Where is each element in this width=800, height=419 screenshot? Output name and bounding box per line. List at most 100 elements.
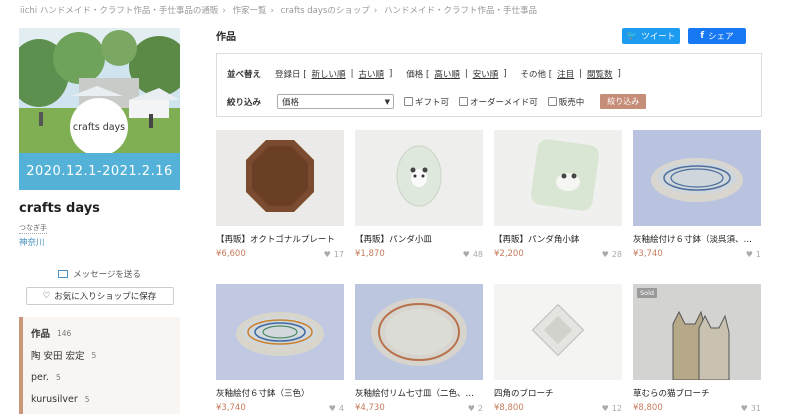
separator: | (579, 69, 582, 79)
gift-label: ギフト可 (415, 97, 450, 108)
product-title[interactable]: 灰釉絵付６寸鉢（三色） (216, 387, 344, 399)
narrow-row: 絞り込み 価格 ▼ ギフト可 オーダーメイド可 販売中 絞り込み (227, 94, 647, 109)
like-count[interactable]: ♥ 12 (602, 404, 622, 413)
bracket-close: ] (388, 69, 393, 79)
like-number: 12 (611, 403, 622, 413)
product-price: ¥2,200 (494, 249, 524, 259)
checkbox-box[interactable] (547, 97, 557, 106)
on-sale-checkbox[interactable]: 販売中 (547, 96, 585, 108)
apply-filter-button[interactable]: 絞り込み (600, 94, 647, 109)
like-count[interactable]: ♥ 28 (602, 250, 622, 259)
sort-newest-link[interactable]: 新しい順 (312, 68, 346, 80)
like-number: 1 (755, 249, 761, 259)
heart-icon: ♡ (42, 291, 51, 301)
like-count[interactable]: ♥ 48 (463, 250, 483, 259)
narrow-label: 絞り込み (227, 97, 262, 108)
sort-featured-link[interactable]: 注目 (557, 68, 574, 80)
bracket-close: ] (617, 69, 621, 79)
sold-badge: Sold (637, 288, 658, 298)
heart-icon: ♥ (323, 249, 331, 259)
product-card[interactable]: 【再販】パンダ小皿 ¥1,870 ♥ 48 (355, 130, 483, 259)
like-count[interactable]: ♥ 4 (329, 404, 344, 413)
sort-price-high-link[interactable]: 高い順 (434, 68, 460, 80)
like-count[interactable]: ♥ 17 (324, 250, 344, 259)
product-thumbnail[interactable] (633, 130, 761, 226)
like-number: 31 (750, 403, 761, 413)
shop-role-tag: つなぎ手 (19, 224, 47, 234)
product-price: ¥8,800 (633, 403, 663, 413)
envelope-icon (58, 270, 69, 278)
product-thumbnail[interactable] (216, 130, 344, 226)
category-item[interactable]: kurusilver 5 (31, 388, 180, 410)
breadcrumb-home[interactable]: iichi ハンドメイド・クラフト作品・手仕事品の通販 (20, 6, 218, 16)
heart-icon: ♥ (601, 403, 609, 413)
product-title[interactable]: 草むらの猫ブローチ (633, 387, 761, 399)
product-price: ¥8,800 (494, 403, 524, 413)
category-label: per. (31, 371, 49, 383)
shop-name[interactable]: crafts days (19, 201, 180, 216)
heart-icon: ♥ (467, 403, 475, 413)
product-title[interactable]: 灰釉絵付リム七寸皿（二色、… (355, 387, 483, 399)
product-card[interactable]: 灰釉絵付６寸鉢（三色） ¥3,740 ♥ 4 (216, 284, 344, 413)
twitter-bird-icon: 🐦 (626, 31, 638, 41)
send-message-link[interactable]: メッセージを送る (19, 268, 180, 280)
breadcrumb-artists[interactable]: 作家一覧 (232, 6, 266, 16)
breadcrumb: iichi ハンドメイド・クラフト作品・手仕事品の通販 › 作家一覧 › craft… (20, 6, 537, 16)
sort-price-low-link[interactable]: 安い順 (473, 68, 499, 80)
sort-oldest-link[interactable]: 古い順 (358, 68, 384, 80)
category-item[interactable]: per. 5 (31, 366, 180, 388)
product-title[interactable]: 【再販】オクトゴナルプレート (216, 233, 344, 245)
facebook-f-icon: f (700, 31, 705, 41)
banner-circle-logo: crafts days (70, 98, 128, 156)
separator: | (350, 69, 354, 79)
category-count: 146 (57, 328, 72, 338)
checkbox-box[interactable] (404, 97, 414, 106)
facebook-share-button[interactable]: f シェア (688, 28, 746, 44)
product-price: ¥1,870 (355, 249, 385, 259)
product-card[interactable]: 四角のブローチ ¥8,800 ♥ 12 (494, 284, 622, 413)
gift-checkbox[interactable]: ギフト可 (404, 96, 449, 108)
product-thumbnail[interactable] (355, 284, 483, 380)
product-title[interactable]: 灰釉絵付け６寸鉢（淡呉須、… (633, 233, 761, 245)
like-number: 2 (477, 403, 483, 413)
product-title[interactable]: 四角のブローチ (494, 387, 622, 399)
product-thumbnail[interactable] (216, 284, 344, 380)
save-favorite-shop-button[interactable]: ♡ お気に入りショップに保存 (25, 287, 174, 305)
like-count[interactable]: ♥ 1 (746, 250, 761, 259)
category-count: 5 (91, 350, 97, 360)
product-thumbnail[interactable] (494, 130, 622, 226)
product-card[interactable]: Sold 草むらの猫ブローチ ¥8,800 ♥ 31 (633, 284, 761, 413)
on-sale-label: 販売中 (558, 97, 585, 108)
sort-views-link[interactable]: 閲覧数 (587, 68, 613, 80)
tweet-button[interactable]: 🐦 ツイート (622, 28, 680, 44)
other-sort-label: その他 [ (520, 70, 553, 80)
shop-banner-image[interactable]: crafts days 2020.12.1-2021.2.16 (19, 28, 180, 190)
product-thumbnail[interactable]: Sold (633, 284, 761, 380)
separator: | (464, 69, 468, 79)
product-card[interactable]: 【再販】パンダ角小鉢 ¥2,200 ♥ 28 (494, 130, 622, 259)
category-label: 陶 安田 宏定 (31, 351, 85, 362)
product-card[interactable]: 灰釉絵付リム七寸皿（二色、… ¥4,730 ♥ 2 (355, 284, 483, 413)
category-item[interactable]: 陶 安田 宏定 5 (31, 344, 180, 366)
product-card[interactable]: 【再販】オクトゴナルプレート ¥6,600 ♥ 17 (216, 130, 344, 259)
like-number: 17 (333, 249, 344, 259)
product-title[interactable]: 【再販】パンダ小皿 (355, 233, 483, 245)
product-thumbnail[interactable] (494, 284, 622, 380)
price-filter-select[interactable]: 価格 ▼ (277, 94, 395, 109)
like-number: 4 (338, 403, 344, 413)
order-made-checkbox[interactable]: オーダーメイド可 (459, 96, 538, 108)
breadcrumb-shop[interactable]: crafts daysのショップ (281, 6, 370, 16)
sort-row: 並べ替え 登録日 [ 新しい順 | 古い順 ] 価格 [ 高い順 | 安い順 ]… (227, 68, 621, 80)
filter-panel: 並べ替え 登録日 [ 新しい順 | 古い順 ] 価格 [ 高い順 | 安い順 ]… (216, 53, 762, 117)
product-price: ¥3,740 (633, 249, 663, 259)
select-value: 価格 (282, 97, 300, 108)
product-card[interactable]: 灰釉絵付け６寸鉢（淡呉須、… ¥3,740 ♥ 1 (633, 130, 761, 259)
product-thumbnail[interactable] (355, 130, 483, 226)
checkbox-box[interactable] (459, 97, 469, 106)
shop-prefecture[interactable]: 神奈川 (19, 236, 180, 248)
category-item-all[interactable]: 作品 146 (31, 322, 180, 344)
like-count[interactable]: ♥ 31 (741, 404, 761, 413)
like-count[interactable]: ♥ 2 (468, 404, 483, 413)
product-title[interactable]: 【再販】パンダ角小鉢 (494, 233, 622, 245)
heart-icon: ♥ (745, 249, 753, 259)
